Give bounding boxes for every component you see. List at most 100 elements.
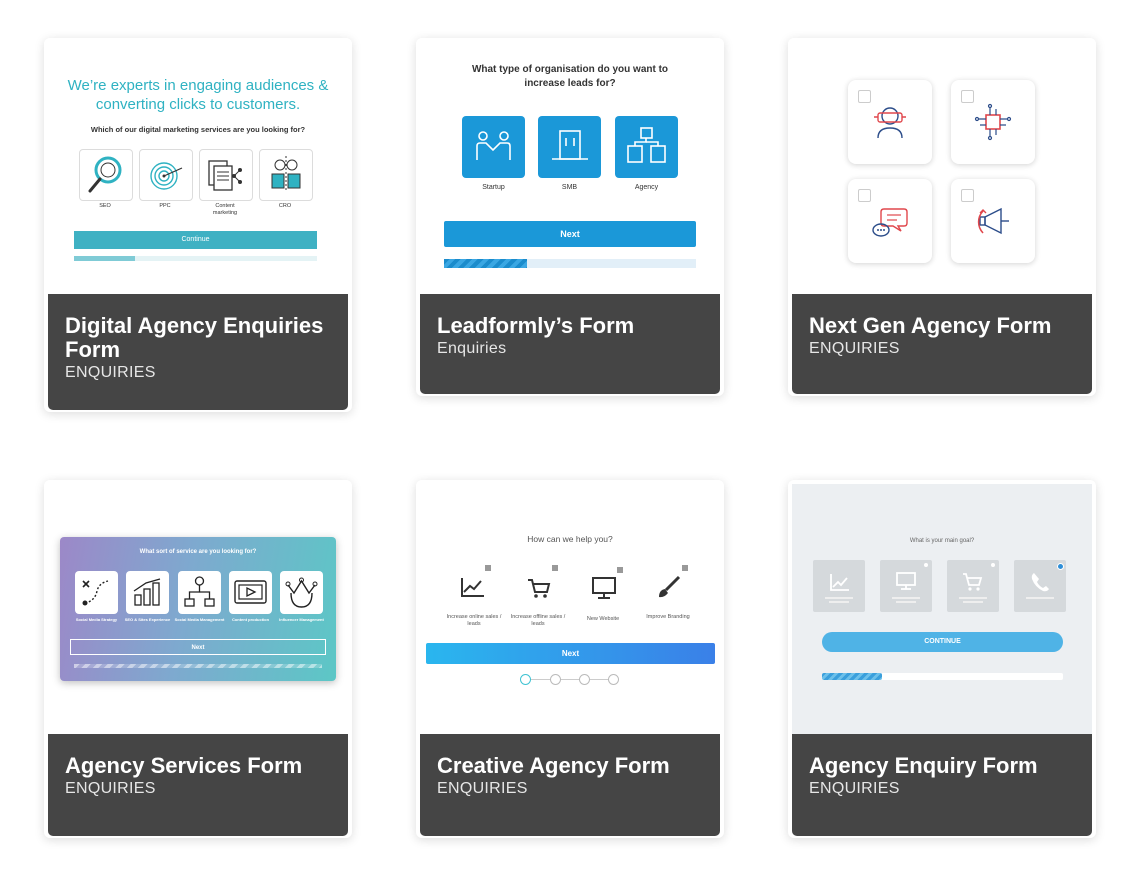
card-caption: Creative Agency Form ENQUIRIES (420, 734, 720, 836)
card-title: Next Gen Agency Form (809, 313, 1052, 338)
option-content-marketing[interactable] (199, 149, 253, 201)
option-agency[interactable] (615, 116, 678, 178)
card-subtitle: ENQUIRIES (65, 780, 156, 797)
progress-track (74, 256, 317, 261)
preview-question: What sort of service are you looking for… (139, 549, 257, 555)
card-caption: Agency Services Form ENQUIRIES (48, 734, 348, 836)
progress-track (74, 664, 322, 668)
preview-question: How can we help you? (527, 534, 613, 544)
option-label: Social Media Management (174, 617, 225, 622)
option-label: Influencer Management (279, 617, 324, 622)
step-dot[interactable] (608, 674, 619, 685)
option-content-production[interactable] (229, 571, 272, 614)
card-agency-enquiry[interactable]: What is your main goal? CONTINUE Agency … (788, 480, 1096, 838)
card-title: Leadformly’s Form (437, 313, 635, 338)
progress-fill (444, 259, 528, 268)
megaphone-icon (977, 207, 1009, 235)
step-indicator (520, 674, 620, 686)
card-subtitle: Enquiries (437, 340, 507, 357)
next-button[interactable]: Next (70, 639, 326, 655)
option-social-media-strategy[interactable] (75, 571, 118, 614)
continue-button[interactable]: CONTINUE (822, 632, 1063, 652)
option-tile[interactable] (951, 80, 1035, 164)
cart-icon (959, 573, 987, 603)
step-dot[interactable] (579, 674, 590, 685)
card-next-gen-agency[interactable]: Next Gen Agency Form ENQUIRIES (788, 38, 1096, 396)
option-tile[interactable] (848, 80, 932, 164)
preview-question: Which of our digital marketing services … (90, 125, 306, 134)
option-tile[interactable] (848, 179, 932, 263)
goal-tile[interactable] (880, 560, 932, 612)
step-dot-active[interactable] (520, 674, 531, 685)
card-caption: Next Gen Agency Form ENQUIRIES (792, 294, 1092, 394)
option-label: Content production (231, 617, 270, 622)
progress-track (822, 673, 1063, 680)
card-creative-agency[interactable]: How can we help you? Increase online sal… (416, 480, 724, 838)
option-label-startup: Startup (482, 184, 505, 191)
card-digital-agency-enquiries[interactable]: We’re experts in engaging audiences & co… (44, 38, 352, 412)
card-preview (788, 38, 1096, 294)
card-caption: Digital Agency Enquiries Form ENQUIRIES (48, 294, 348, 410)
card-title: Agency Services Form (65, 753, 303, 778)
option-cro[interactable] (259, 149, 313, 201)
continue-button[interactable]: Continue (74, 231, 317, 249)
option-label-seo: SEO (99, 203, 111, 209)
step-dot[interactable] (550, 674, 561, 685)
magnifier-icon (88, 156, 122, 193)
next-button[interactable]: Next (426, 643, 715, 664)
option-improve-branding[interactable] (644, 562, 692, 612)
card-caption: Leadformly’s Form Enquiries (420, 294, 720, 394)
paintbrush-icon (659, 565, 688, 598)
chart-icon (825, 574, 853, 603)
option-label: New Website (586, 616, 620, 622)
progress-fill (822, 673, 883, 680)
option-startup[interactable] (462, 116, 525, 178)
crown-icon (285, 577, 318, 608)
card-preview: We’re experts in engaging audiences & co… (44, 38, 352, 294)
selected-indicator (1057, 563, 1064, 570)
option-label: Improve Branding (646, 614, 690, 620)
option-label-smb: SMB (561, 184, 578, 191)
preview-headline: We’re experts in engaging audiences & co… (67, 77, 329, 113)
option-seo-sites[interactable] (126, 571, 169, 614)
option-tile[interactable] (951, 179, 1035, 263)
card-title: Digital Agency Enquiries Form (65, 313, 324, 362)
goal-tile[interactable] (947, 560, 999, 612)
card-leadformly[interactable]: What type of organisation do you want to… (416, 38, 724, 396)
card-preview: What type of organisation do you want to… (416, 38, 724, 294)
option-label-cro: CRO (278, 203, 292, 209)
circuit-chip-icon (974, 103, 1012, 141)
handshake-people-icon (476, 131, 511, 160)
option-influencer-management[interactable] (280, 571, 323, 614)
option-seo[interactable] (79, 149, 133, 201)
option-label: Social Media Strategy (75, 617, 118, 622)
goal-tile[interactable] (813, 560, 865, 612)
option-increase-online[interactable] (450, 562, 498, 612)
card-title: Creative Agency Form (437, 753, 670, 778)
cart-icon (528, 565, 558, 598)
progress-track (444, 259, 696, 268)
card-subtitle: ENQUIRIES (437, 780, 528, 797)
option-ppc[interactable] (139, 149, 193, 201)
monitor-icon (892, 572, 920, 603)
chat-bubbles-icon (872, 208, 908, 237)
growth-chart-icon (133, 578, 161, 606)
card-title: Agency Enquiry Form (809, 753, 1038, 778)
card-agency-services[interactable]: What sort of service are you looking for… (44, 480, 352, 838)
next-button[interactable]: Next (444, 221, 696, 247)
option-smb[interactable] (538, 116, 601, 178)
monitor-icon (592, 567, 623, 599)
goal-tile-selected[interactable] (1014, 560, 1066, 612)
option-label: Increase online sales / leads (446, 614, 502, 627)
hierarchy-icon (184, 576, 215, 607)
option-label-agency: Agency (634, 184, 659, 191)
option-label-ppc: PPC (159, 203, 171, 209)
card-subtitle: ENQUIRIES (65, 364, 156, 381)
vr-headset-icon (874, 107, 906, 139)
conversion-icon (271, 156, 301, 192)
card-preview: What sort of service are you looking for… (44, 480, 352, 736)
option-new-website[interactable] (579, 562, 627, 612)
option-label: SEO & Sites Experience (124, 617, 171, 622)
option-increase-offline[interactable] (514, 562, 562, 612)
option-social-media-management[interactable] (178, 571, 221, 614)
